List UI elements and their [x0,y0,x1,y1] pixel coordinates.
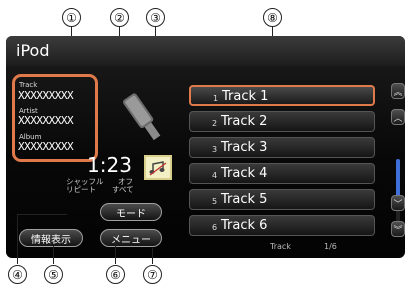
track-row-1[interactable]: 1 Track 1 [189,85,375,106]
page-down-button[interactable]: ︾ [391,221,405,237]
callout-3: ③ [146,8,165,27]
header-bar: iPod [6,36,405,66]
ipod-screen: iPod Track XXXXXXXXX Artist XXXXXXXXX Al… [6,36,405,258]
artist-value: XXXXXXXXX [18,114,74,127]
callout-7-leader [152,248,154,264]
info-display-button[interactable]: 情報表示 [19,229,83,247]
repeat-value: すべて [112,185,134,194]
screen-title: iPod [16,41,50,60]
callout-4: ④ [8,265,27,284]
callout-6: ⑥ [106,265,125,284]
callout-7: ⑦ [143,265,162,284]
track-title: Track 2 [221,114,268,129]
track-number: 5 [212,197,218,206]
page-up-button[interactable]: ︽ [391,83,405,99]
track-row-6[interactable]: 6 Track 6 [189,215,375,236]
track-title: Track 4 [221,166,268,181]
menu-button[interactable]: メニュー [100,229,162,247]
track-value: XXXXXXXXX [18,89,74,102]
track-title: Track 6 [221,218,268,233]
callout-1: ① [62,8,81,27]
track-number: 2 [212,119,218,128]
callout-6-leader [115,240,117,264]
track-number: 6 [212,223,218,232]
track-title: Track 1 [222,89,269,104]
chevron-up-icon: ︿ [393,113,403,124]
elapsed-time: 1:23 [87,153,132,177]
callout-5-leader [53,246,55,264]
mode-button[interactable]: モード [100,203,162,221]
chevron-down-icon: ﹀ [393,199,403,210]
repeat-label: リピート [66,185,96,194]
track-row-3[interactable]: 3 Track 3 [189,137,375,158]
track-count: 1/6 [324,242,337,251]
callout-4-leader [17,214,19,264]
track-row-4[interactable]: 4 Track 4 [189,163,375,184]
track-info-panel: Track XXXXXXXXX Artist XXXXXXXXX Album X… [12,74,98,162]
album-value: XXXXXXXXX [18,140,74,153]
track-number: 1 [213,94,219,103]
track-title: Track 3 [221,140,268,155]
album-art [144,155,172,180]
music-note-icon [149,160,167,175]
scroll-up-button[interactable]: ︿ [391,109,405,125]
double-chevron-down-icon: ︾ [393,225,403,236]
callout-4-hline [17,214,67,216]
double-chevron-up-icon: ︽ [393,87,403,98]
scroll-down-button[interactable]: ﹀ [391,195,405,211]
callout-8: ⑧ [263,8,282,27]
track-count-label: Track [270,242,291,251]
usb-connector-icon [116,84,176,150]
track-row-2[interactable]: 2 Track 2 [189,111,375,132]
callout-5: ⑤ [44,265,63,284]
track-title: Track 5 [221,192,268,207]
track-number: 4 [212,171,218,180]
track-row-5[interactable]: 5 Track 5 [189,189,375,210]
track-number: 3 [212,145,218,154]
track-label: Track [19,81,38,89]
callout-2: ② [110,8,129,27]
